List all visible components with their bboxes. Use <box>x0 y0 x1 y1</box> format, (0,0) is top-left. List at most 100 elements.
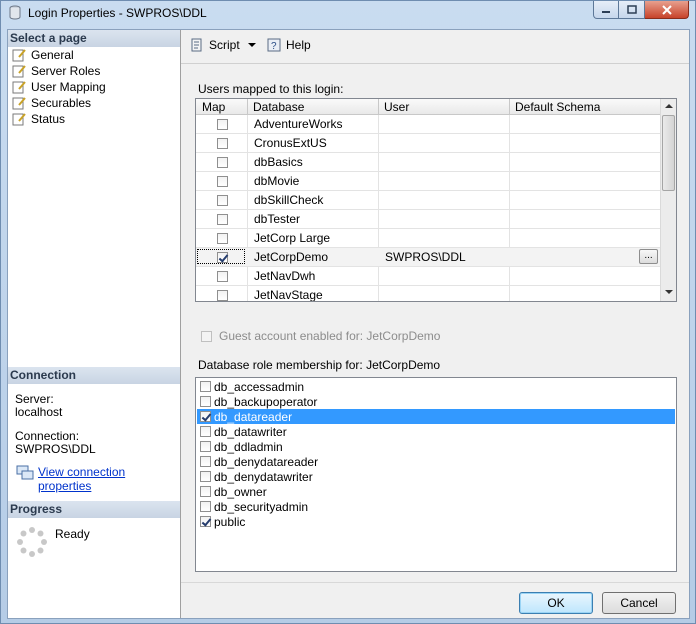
maximize-button[interactable] <box>619 1 645 19</box>
role-checkbox[interactable] <box>200 516 211 527</box>
page-label: Securables <box>31 96 92 110</box>
dropdown-arrow-icon <box>247 43 256 47</box>
dialog-client: Select a page General Server Roles User … <box>7 29 690 619</box>
role-item[interactable]: db_datawriter <box>197 424 675 439</box>
role-checkbox[interactable] <box>200 501 211 512</box>
title-bar[interactable]: Login Properties - SWPROS\DDL <box>1 1 695 25</box>
map-checkbox[interactable] <box>217 138 228 149</box>
role-membership-list[interactable]: db_accessadmin db_backupoperator db_datare… <box>195 377 677 572</box>
map-checkbox[interactable] <box>217 176 228 187</box>
select-page-header: Select a page <box>8 30 180 47</box>
role-name: db_securityadmin <box>214 500 309 514</box>
role-checkbox[interactable] <box>200 456 211 467</box>
script-icon <box>191 38 202 52</box>
database-cell: dbTester <box>254 212 301 226</box>
role-item[interactable]: db_ddladmin <box>197 439 675 454</box>
role-name: db_owner <box>214 485 267 499</box>
map-checkbox[interactable] <box>217 214 228 225</box>
role-checkbox[interactable] <box>200 426 211 437</box>
map-checkbox[interactable] <box>217 157 228 168</box>
role-item[interactable]: db_datareader <box>197 409 675 424</box>
grid-header: Map Database User Default Schema <box>196 99 662 115</box>
users-mapped-label: Users mapped to this login: <box>198 82 344 96</box>
page-wrench-icon <box>12 113 26 126</box>
page-label: User Mapping <box>31 80 106 94</box>
minimize-icon <box>602 10 610 13</box>
role-item[interactable]: db_accessadmin <box>197 379 675 394</box>
progress-spinner-icon <box>17 527 47 557</box>
table-row[interactable]: JetCorp Large <box>196 229 662 248</box>
scroll-thumb[interactable] <box>662 115 675 191</box>
cancel-button[interactable]: Cancel <box>602 592 676 614</box>
user-cell[interactable]: SWPROS\DDL <box>385 250 466 264</box>
connection-properties-icon <box>16 465 34 480</box>
script-button[interactable]: Script <box>189 37 260 53</box>
map-checkbox[interactable] <box>217 271 228 282</box>
role-checkbox[interactable] <box>200 396 211 407</box>
help-button[interactable]: ? Help <box>266 37 311 53</box>
guest-account-checkbox[interactable] <box>201 330 212 342</box>
ok-button[interactable]: OK <box>519 592 593 614</box>
column-default-schema[interactable]: Default Schema <box>515 100 600 114</box>
role-name: db_accessadmin <box>214 380 305 394</box>
column-user[interactable]: User <box>384 100 409 114</box>
role-checkbox[interactable] <box>200 486 211 497</box>
user-mapping-grid[interactable]: Map Database User Default Schema Adventu… <box>195 98 677 302</box>
map-checkbox[interactable] <box>217 290 228 301</box>
map-checkbox[interactable] <box>217 233 228 244</box>
browse-schema-button[interactable]: ... <box>639 249 658 264</box>
guest-account-checkbox-row[interactable]: Guest account enabled for: JetCorpDemo <box>201 329 440 343</box>
table-row[interactable]: dbMovie <box>196 172 662 191</box>
role-name: db_datawriter <box>214 425 287 439</box>
map-checkbox[interactable] <box>217 119 228 130</box>
role-checkbox[interactable] <box>200 441 211 452</box>
table-row[interactable]: dbBasics <box>196 153 662 172</box>
database-cell: CronusExtUS <box>254 136 327 150</box>
progress-status: Ready <box>55 527 90 541</box>
column-map[interactable]: Map <box>202 100 225 114</box>
role-name: db_datareader <box>214 410 293 424</box>
page-label: Status <box>31 112 66 126</box>
database-cell: AdventureWorks <box>254 117 343 131</box>
role-checkbox[interactable] <box>200 411 211 422</box>
guest-account-label: Guest account enabled for: JetCorpDemo <box>219 329 441 343</box>
login-properties-window: Login Properties - SWPROS\DDL Select a p… <box>0 0 696 624</box>
role-item[interactable]: db_backupoperator <box>197 394 675 409</box>
page-general[interactable]: General <box>11 47 74 63</box>
map-checkbox[interactable] <box>217 195 228 206</box>
page-wrench-icon <box>12 97 26 110</box>
page-securables[interactable]: Securables <box>11 95 91 111</box>
role-membership-label: Database role membership for: JetCorpDem… <box>198 358 441 372</box>
column-database[interactable]: Database <box>253 100 304 114</box>
table-row[interactable]: JetCorpDemo SWPROS\DDL... <box>196 248 662 267</box>
table-row[interactable]: JetNavStage <box>196 286 662 301</box>
table-row[interactable]: AdventureWorks <box>196 115 662 134</box>
role-item[interactable]: db_securityadmin <box>197 499 675 514</box>
close-button[interactable] <box>645 1 689 19</box>
connection-header: Connection <box>8 367 180 384</box>
page-wrench-icon <box>12 81 26 94</box>
page-user-mapping[interactable]: User Mapping <box>11 79 106 95</box>
focus-rectangle <box>197 249 245 264</box>
view-connection-properties-link[interactable]: View connection properties <box>38 465 180 493</box>
role-checkbox[interactable] <box>200 471 211 482</box>
scroll-down-icon[interactable] <box>665 290 673 294</box>
role-item[interactable]: db_denydatawriter <box>197 469 675 484</box>
role-item[interactable]: public <box>197 514 675 529</box>
table-row[interactable]: dbSkillCheck <box>196 191 662 210</box>
role-item[interactable]: db_owner <box>197 484 675 499</box>
role-checkbox[interactable] <box>200 381 211 392</box>
page-server-roles[interactable]: Server Roles <box>11 63 100 79</box>
grid-vertical-scrollbar[interactable] <box>660 99 676 301</box>
database-cell: dbBasics <box>254 155 303 169</box>
table-row[interactable]: CronusExtUS <box>196 134 662 153</box>
minimize-button[interactable] <box>593 1 619 19</box>
role-item[interactable]: db_denydatareader <box>197 454 675 469</box>
table-row[interactable]: JetNavDwh <box>196 267 662 286</box>
page-wrench-icon <box>12 65 26 78</box>
scroll-up-icon[interactable] <box>665 104 673 108</box>
database-cell: JetNavDwh <box>254 269 316 283</box>
right-pane: Script ? Help Users mapped to this login… <box>181 30 689 618</box>
table-row[interactable]: dbTester <box>196 210 662 229</box>
page-status[interactable]: Status <box>11 111 65 127</box>
